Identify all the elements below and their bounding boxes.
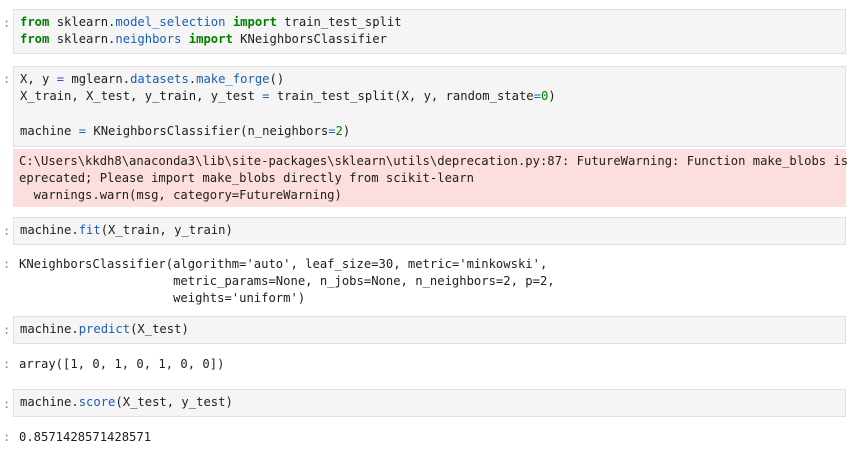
warning-line: warnings.warn(msg, category=FutureWarnin… (19, 188, 342, 203)
code-token: import (188, 32, 233, 47)
code-token: = (533, 89, 541, 104)
cell-prompt: : (3, 72, 11, 86)
code-token: machine. (20, 223, 79, 237)
code-token: from (20, 32, 50, 47)
score-output: 0.8571428571428571 (19, 429, 151, 446)
code-line: X_train, X_test, y_train, y_test = train… (20, 88, 839, 105)
predict-output: array([1, 0, 1, 0, 1, 0, 0]) (19, 356, 224, 373)
code-line: machine.predict(X_test) (20, 321, 839, 338)
code-token: import (232, 15, 277, 29)
code-token: ) (548, 89, 556, 104)
code-cell-predict[interactable]: machine.predict(X_test) (13, 316, 846, 344)
code-token: KNeighborsClassifier(n_neighbors (86, 123, 329, 138)
code-token: = (56, 72, 65, 86)
code-token: sklearn. (49, 15, 116, 29)
warning-line: eprecated; Please import make_blobs dire… (19, 171, 474, 186)
code-token: predict (78, 322, 131, 336)
cell-prompt: : (3, 397, 11, 411)
code-token: train_test_split(X, y, random_state (269, 89, 534, 104)
code-token: datasets (130, 72, 189, 86)
code-cell-imports[interactable]: from sklearn.model_selection import trai… (13, 9, 846, 54)
cell-prompt: : (3, 224, 11, 238)
code-token: machine. (20, 395, 79, 409)
code-cell-setup[interactable]: X, y = mglearn.datasets.make_forge() X_tr… (13, 66, 846, 147)
code-token: machine. (20, 322, 79, 336)
code-token: machine (20, 123, 79, 138)
code-token: train_test_split (276, 15, 402, 29)
code-token: = (78, 123, 87, 138)
stderr-warning-output: C:\Users\kkdh8\anaconda3\lib\site-packag… (13, 149, 855, 207)
output-line: metric_params=None, n_jobs=None, n_neigh… (19, 274, 555, 288)
code-token: () (269, 72, 285, 86)
output-prompt: : (3, 257, 11, 271)
code-line: from sklearn.model_selection import trai… (20, 14, 839, 31)
cell-prompt: : (3, 323, 11, 337)
code-token: (X_test, y_test) (115, 395, 233, 409)
output-line: 0.8571428571428571 (19, 430, 152, 444)
code-token: KNeighborsClassifier (232, 32, 387, 47)
output-line: array([1, 0, 1, 0, 1, 0, 0]) (19, 357, 225, 371)
code-token: neighbors (115, 32, 182, 47)
code-token: X_train, X_test, y_train, y_test (20, 89, 263, 104)
code-token: sklearn. (49, 32, 116, 47)
code-token: (X_train, y_train) (100, 223, 233, 237)
code-line: X, y = mglearn.datasets.make_forge() (20, 71, 839, 88)
code-token: 2 (335, 123, 343, 138)
code-token: make_forge (196, 72, 270, 86)
code-token: X, y (20, 72, 57, 86)
code-token: mglearn. (64, 72, 131, 86)
warning-line: C:\Users\kkdh8\anaconda3\lib\site-packag… (19, 154, 855, 168)
cell-prompt: : (3, 16, 11, 30)
output-prompt: : (3, 430, 11, 444)
code-token: ) (342, 123, 351, 138)
code-cell-score[interactable]: machine.score(X_test, y_test) (13, 389, 846, 417)
code-token: from (20, 15, 50, 29)
fit-output: KNeighborsClassifier(algorithm='auto', l… (19, 256, 555, 307)
code-token: score (78, 395, 116, 409)
code-token: = (328, 123, 336, 138)
output-prompt: : (3, 357, 11, 371)
code-token: fit (78, 223, 101, 237)
code-line: machine = KNeighborsClassifier(n_neighbo… (20, 123, 839, 140)
output-line: weights='uniform') (19, 291, 306, 305)
code-cell-fit[interactable]: machine.fit(X_train, y_train) (13, 217, 846, 245)
code-line: machine.score(X_test, y_test) (20, 394, 839, 411)
code-token: (X_test) (130, 322, 189, 336)
code-line: machine.fit(X_train, y_train) (20, 222, 839, 239)
output-line: KNeighborsClassifier(algorithm='auto', l… (19, 257, 548, 271)
code-line: from sklearn.neighbors import KNeighbors… (20, 31, 839, 48)
code-token: model_selection (115, 15, 226, 29)
